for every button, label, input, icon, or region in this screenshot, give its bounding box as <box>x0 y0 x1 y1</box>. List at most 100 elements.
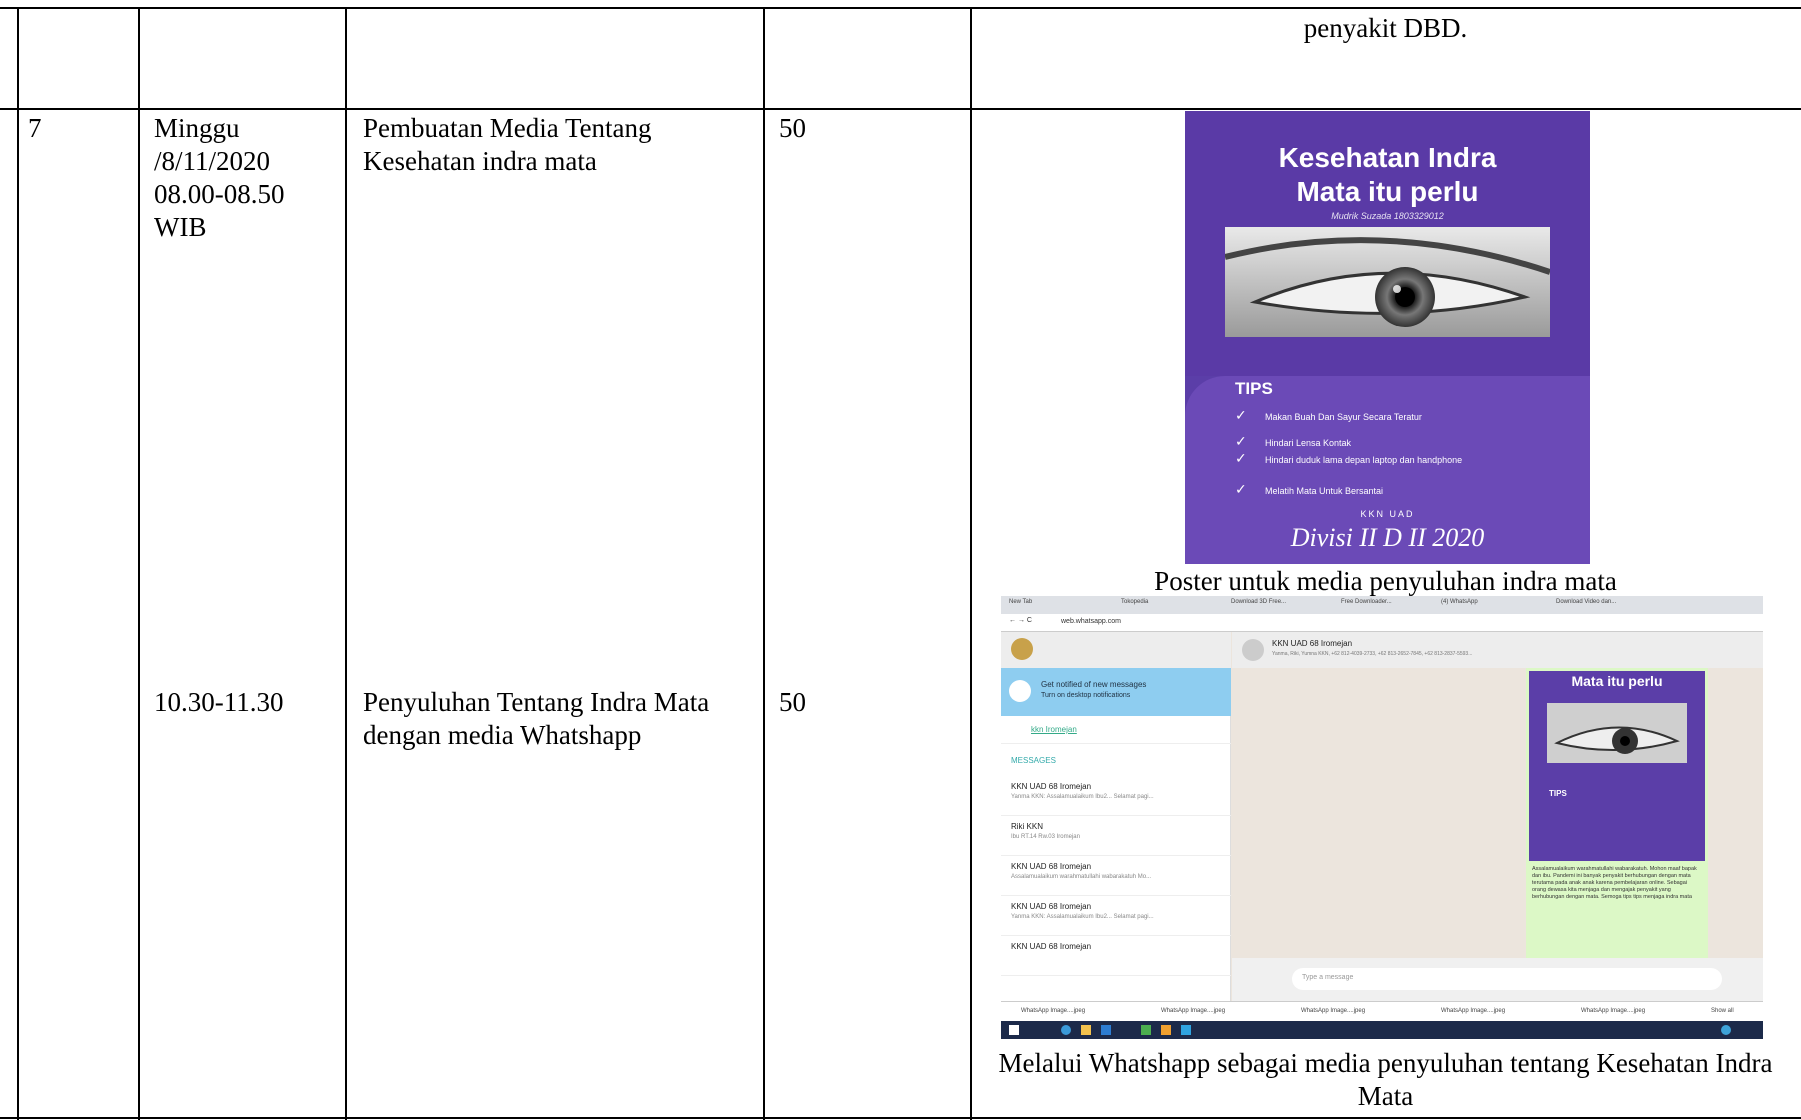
browser-tab-bar: New Tab Tokopedia Download 3D Free... Fr… <box>1001 596 1763 614</box>
poster-tip: ✓ Hindari Lensa Kontak <box>1235 433 1545 450</box>
poster-tip: ✓ Hindari duduk lama depan laptop dan han… <box>1235 450 1545 467</box>
eye-health-poster: Kesehatan Indra Mata itu perlu Mudrik Su… <box>1185 111 1590 564</box>
wa-chat-item: KKN UAD 68 Iromejan Assalamualaikum warah… <box>1001 856 1231 896</box>
poster-title-line1: Kesehatan Indra <box>1278 142 1497 173</box>
download-item: WhatsApp Image....jpeg <box>1021 1008 1086 1014</box>
wa-chat-name: KKN UAD 68 Iromejan <box>1011 862 1092 871</box>
col-border-4 <box>970 7 972 1120</box>
row-day-date: Minggu /8/11/2020 <box>154 113 271 176</box>
whatsapp-screenshot: New Tab Tokopedia Download 3D Free... Fr… <box>1001 596 1763 1039</box>
row-time-2: 10.30-11.30 <box>154 687 284 717</box>
row-activity-2: Penyuluhan Tentang Indra Mata dengan med… <box>363 687 710 750</box>
poster-tips-heading: TIPS <box>1235 379 1273 398</box>
windows-taskbar <box>1001 1021 1763 1039</box>
prev-row-description: penyakit DBD. <box>1303 13 1468 43</box>
wa-chat-name: KKN UAD 68 Iromejan <box>1011 942 1092 951</box>
wa-messages-label: MESSAGES <box>1011 756 1056 765</box>
wa-chat-name: Riki KKN <box>1011 822 1044 831</box>
check-icon: ✓ <box>1235 481 1247 497</box>
download-item: WhatsApp Image....jpeg <box>1581 1008 1646 1014</box>
wa-group-members: Yanma, Riki, Yumna KKN, +62 812-4039-273… <box>1272 651 1473 657</box>
wa-chat-item: KKN UAD 68 Iromejan Yanma KKN: Assalamual… <box>1001 896 1231 936</box>
wa-bubble-image-title: Mata itu perlu <box>1571 673 1663 689</box>
browser-url-bar: ← → C web.whatsapp.com <box>1001 614 1763 632</box>
browser-tab: Download Video dan... <box>1556 599 1617 605</box>
table-bottom-border <box>0 1117 1801 1119</box>
wa-notification-banner: Get notified of new messages Turn on des… <box>1001 668 1231 716</box>
check-icon: ✓ <box>1235 433 1247 449</box>
wa-chat-header: KKN UAD 68 Iromejan Yanma, Riki, Yumna K… <box>1232 632 1763 668</box>
download-item: WhatsApp Image....jpeg <box>1441 1008 1506 1014</box>
wa-message-input: Type a message <box>1292 968 1722 990</box>
browser-tab: (4) WhatsApp <box>1441 599 1478 605</box>
row-number: 7 <box>28 113 42 143</box>
wa-chat-item: Riki KKN Ibu RT.14 Rw.03 Iromejan <box>1001 816 1231 856</box>
wa-notification-sub: Turn on desktop notifications <box>1041 692 1131 699</box>
row-activity-1: Pembuatan Media Tentang Kesehatan indra … <box>363 113 652 176</box>
tray-icon <box>1721 1025 1731 1035</box>
col-border-3 <box>763 7 765 1120</box>
app-icon <box>1181 1025 1191 1035</box>
wa-sidebar: Get notified of new messages Turn on des… <box>1001 632 1231 1001</box>
app-icon <box>1161 1025 1171 1035</box>
downloads-show-all: Show all <box>1711 1008 1734 1014</box>
col-border-2 <box>345 7 347 1120</box>
wa-bubble-image: Mata itu perlu TIPS <box>1529 671 1705 861</box>
wa-chat-name: KKN UAD 68 Iromejan <box>1011 782 1092 791</box>
edge-icon <box>1061 1025 1071 1035</box>
download-item: WhatsApp Image....jpeg <box>1301 1008 1366 1014</box>
row-time-1: 08.00-08.50 WIB <box>154 179 285 242</box>
wa-bubble-text: Assalamualaikum warahmatullahi wabarakat… <box>1532 866 1697 900</box>
wa-message-bubble: Mata itu perlu TIPS Assalamualaikum wara… <box>1526 668 1708 958</box>
col-border-left <box>17 7 19 1120</box>
browser-tab: Free Downloader... <box>1341 599 1392 605</box>
poster-title: Kesehatan Indra Mata itu perlu <box>1185 141 1590 209</box>
poster-caption: Poster untuk media penyuluhan indra mata <box>1154 566 1617 596</box>
wa-chat-preview: Ibu RT.14 Rw.03 Iromejan <box>1011 834 1080 840</box>
wa-chat-item: KKN UAD 68 Iromejan Yanma KKN: Assalamual… <box>1001 776 1231 816</box>
wa-chat-item: KKN UAD 68 Iromejan <box>1001 936 1231 976</box>
poster-tip-text: Hindari Lensa Kontak <box>1265 438 1352 448</box>
bell-icon <box>1009 680 1031 702</box>
table-top-border <box>0 7 1801 9</box>
wa-notification-title: Get notified of new messages <box>1041 680 1147 689</box>
wa-bubble-tips: TIPS <box>1549 789 1567 798</box>
wa-chat-preview: Assalamualaikum warahmatullahi wabarakat… <box>1011 874 1152 880</box>
app-icon <box>1141 1025 1151 1035</box>
eye-photo <box>1225 227 1550 337</box>
browser-tab: Tokopedia <box>1121 599 1149 605</box>
download-item: WhatsApp Image....jpeg <box>1161 1008 1226 1014</box>
browser-url: web.whatsapp.com <box>1061 618 1121 625</box>
store-icon <box>1101 1025 1111 1035</box>
whatsapp-caption: Melalui Whatshapp sebagai media penyuluh… <box>998 1048 1773 1111</box>
eye-photo <box>1547 703 1687 763</box>
poster-tip-text: Melatih Mata Untuk Bersantai <box>1265 486 1384 496</box>
group-avatar <box>1242 639 1264 661</box>
poster-tip: ✓ Makan Buah Dan Sayur Secara Teratur <box>1235 407 1545 424</box>
poster-title-line2: Mata itu perlu <box>1296 176 1479 207</box>
check-icon: ✓ <box>1235 407 1247 423</box>
poster-tip-text: Makan Buah Dan Sayur Secara Teratur <box>1265 412 1422 422</box>
poster-org: KKN UAD <box>1360 509 1415 519</box>
poster-signature: Divisi II D II 2020 <box>1290 523 1485 552</box>
wa-search-value: kkn Iromejan <box>1031 725 1077 734</box>
col-border-1 <box>138 7 140 1120</box>
windows-start-icon <box>1009 1025 1019 1035</box>
browser-downloads-bar: WhatsApp Image....jpeg WhatsApp Image...… <box>1001 1001 1763 1021</box>
avatar <box>1011 638 1033 660</box>
wa-chat-name: KKN UAD 68 Iromejan <box>1011 902 1092 911</box>
folder-icon <box>1081 1025 1091 1035</box>
poster-author: Mudrik Suzada 1803329012 <box>1331 211 1444 221</box>
poster-tip-text: Hindari duduk lama depan laptop dan hand… <box>1265 455 1463 465</box>
wa-search: kkn Iromejan <box>1001 716 1231 744</box>
browser-tab: Download 3D Free... <box>1231 599 1287 605</box>
nav-arrows-icon: ← → C <box>1009 617 1032 624</box>
wa-input-bar: Type a message <box>1232 958 1763 1001</box>
wa-chat-preview: Yanma KKN: Assalamualaikum Ibu2... Selam… <box>1011 794 1154 800</box>
check-icon: ✓ <box>1235 450 1247 466</box>
poster-tip: ✓ Melatih Mata Untuk Bersantai <box>1235 481 1545 498</box>
wa-chat-preview: Yanma KKN: Assalamualaikum Ibu2... Selam… <box>1011 914 1154 920</box>
row-participants-1: 50 <box>779 113 806 143</box>
row-participants-2: 50 <box>779 687 806 717</box>
wa-group-name: KKN UAD 68 Iromejan <box>1272 639 1353 648</box>
